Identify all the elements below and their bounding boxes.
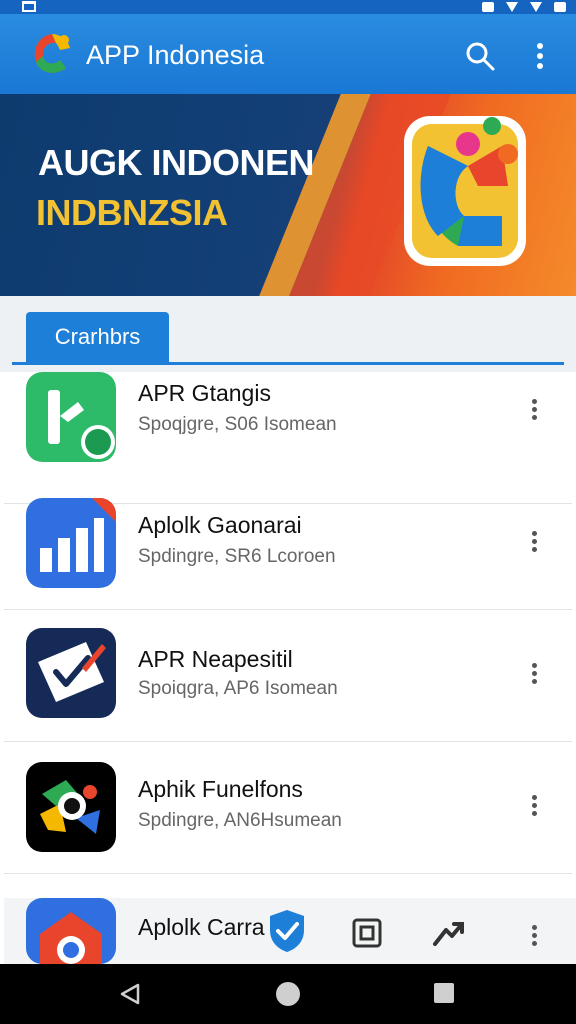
app-bar: APP Indonesia: [0, 14, 576, 94]
scan-icon[interactable]: [350, 916, 384, 950]
search-icon[interactable]: [462, 38, 498, 74]
checkbox-pen-app-icon: [26, 628, 116, 718]
category-tabs: Crarhbrs: [0, 296, 576, 372]
status-icons: [482, 0, 566, 14]
more-vert-icon[interactable]: [522, 396, 546, 430]
verified-shield-icon[interactable]: [266, 908, 308, 954]
app-list: APR Gtangis Spoqjgre, S06 Isomean Aplolk…: [4, 372, 576, 964]
chrome-like-app-icon: [26, 898, 116, 964]
more-vert-icon[interactable]: [522, 660, 546, 694]
recent-apps-icon[interactable]: [434, 983, 454, 1003]
tab-underline: [12, 362, 564, 365]
status-bar: [0, 0, 576, 14]
trend-arrow-icon[interactable]: [432, 918, 466, 948]
app-title: Aplolk Carra: [138, 914, 265, 940]
tab-active[interactable]: Crarhbrs: [26, 312, 169, 362]
app-title: APR Gtangis: [138, 380, 271, 406]
system-nav-bar: [0, 964, 576, 1024]
green-k-app-icon: [26, 372, 116, 462]
signal-icon: [530, 2, 542, 12]
app-title: APR Neapesitil: [138, 646, 293, 672]
colorful-camera-app-icon: [26, 762, 116, 852]
more-vert-icon[interactable]: [522, 528, 546, 562]
more-vert-icon[interactable]: [522, 792, 546, 826]
app-subtitle: Spdingre, AN6Hsumean: [138, 810, 342, 831]
alarm-icon: [482, 2, 494, 12]
list-item[interactable]: APR Neapesitil Spoiqgra, AP6 Isomean: [4, 610, 572, 742]
app-subtitle: Spoiqgra, AP6 Isomean: [138, 678, 338, 699]
wifi-icon: [506, 2, 518, 12]
more-vert-icon[interactable]: [522, 922, 546, 956]
blue-chart-app-icon: [26, 498, 116, 588]
more-vert-icon[interactable]: [524, 38, 556, 74]
list-item[interactable]: Aphik Funelfons Spdingre, AN6Hsumean: [4, 742, 572, 874]
banner-app-logo-icon: [404, 116, 526, 266]
app-title: APP Indonesia: [86, 40, 265, 70]
app-logo-icon: [34, 34, 70, 73]
app-title: Aphik Funelfons: [138, 776, 303, 802]
app-subtitle: Spdingre, SR6 Lcoroen: [138, 546, 336, 567]
battery-icon: [554, 2, 566, 12]
app-title: Aplolk Gaonarai: [138, 512, 302, 538]
banner-subtitle: INDBNZSIA: [36, 192, 228, 233]
home-icon[interactable]: [276, 982, 300, 1006]
banner-title: AUGK INDONEN: [38, 142, 315, 183]
promo-banner[interactable]: AUGK INDONEN INDBNZSIA: [0, 94, 576, 296]
back-icon[interactable]: [118, 982, 142, 1006]
notification-icon: [22, 1, 36, 12]
list-item[interactable]: Aplolk Gaonarai Spdingre, SR6 Lcoroen: [4, 478, 572, 610]
app-subtitle: Spoqjgre, S06 Isomean: [138, 414, 337, 435]
